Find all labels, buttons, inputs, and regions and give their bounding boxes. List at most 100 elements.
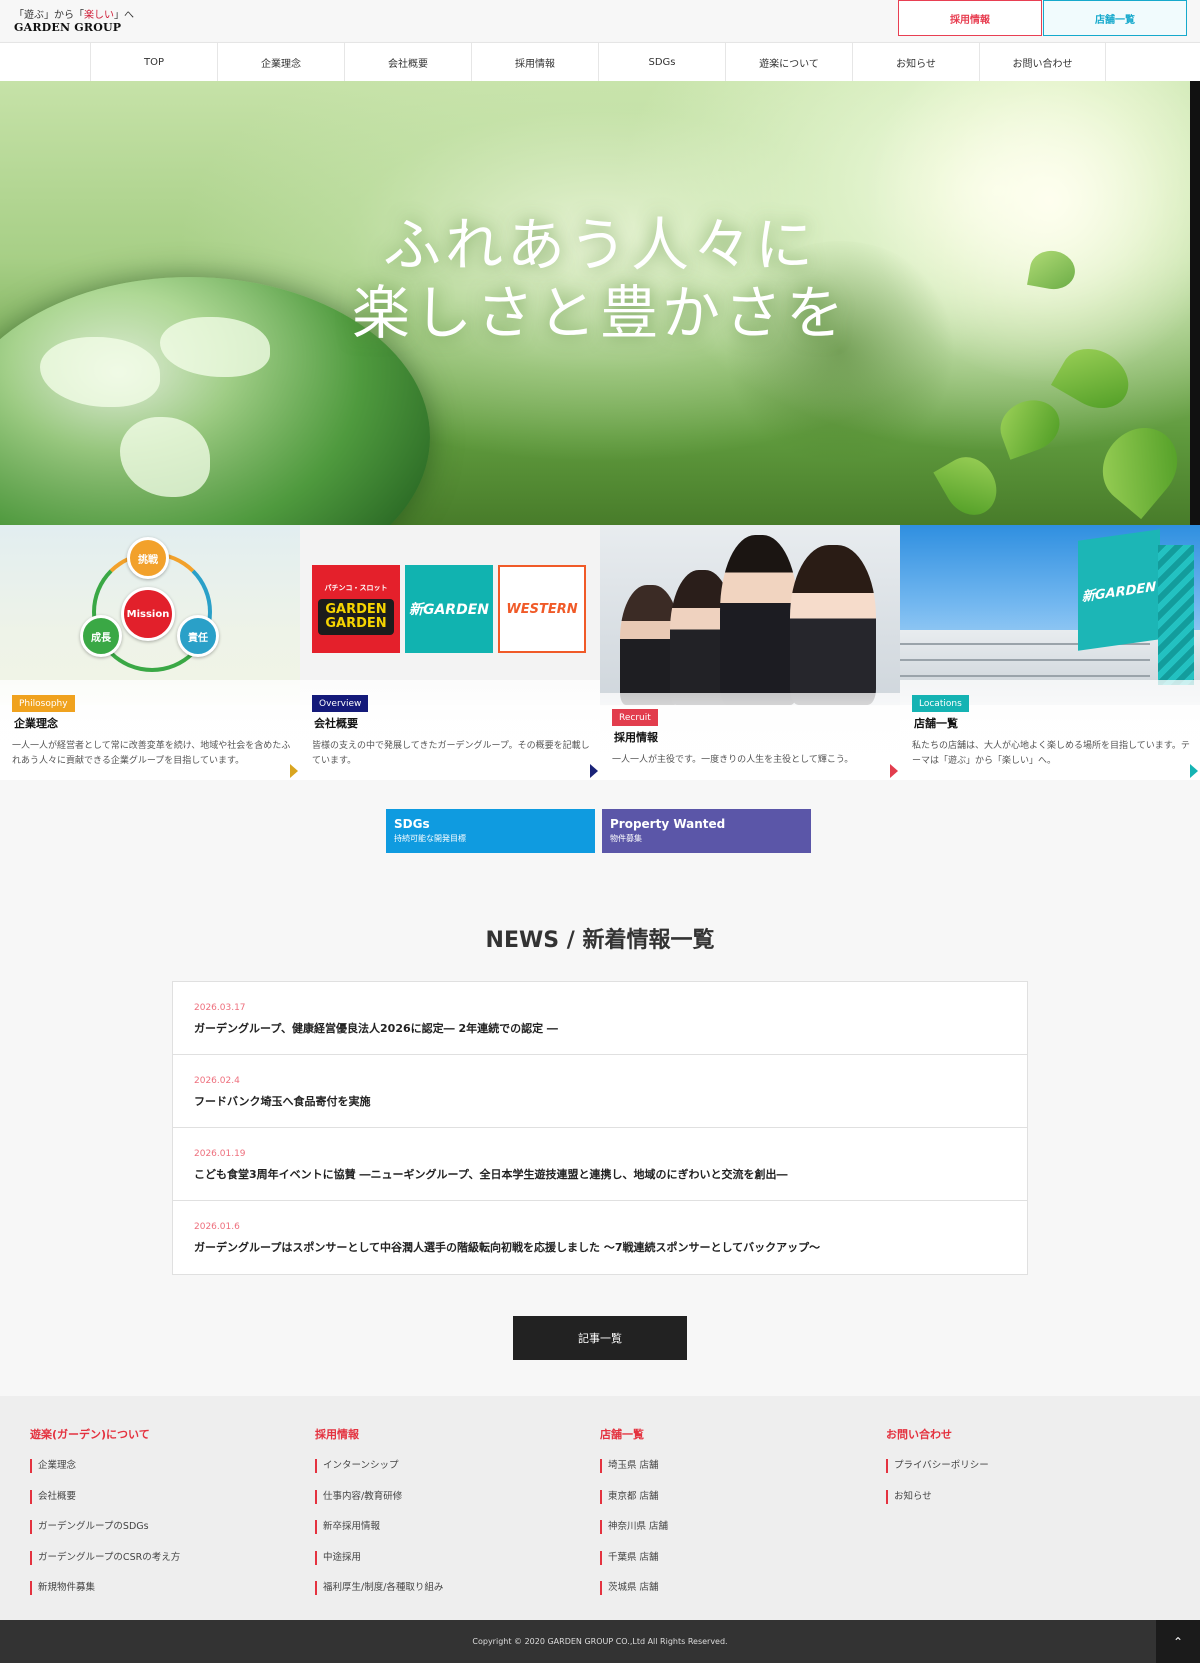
nav-item-company[interactable]: 会社概要: [344, 43, 471, 81]
news-heading: NEWS / 新着情報一覧: [485, 928, 715, 953]
nav-item-about[interactable]: 遊楽について: [725, 43, 852, 81]
nav-item-top[interactable]: TOP: [90, 43, 217, 81]
feature-cards: Mission 挑戦 責任 成長 Philosophy 企業理念 一人一人が経営…: [0, 525, 1200, 780]
leaf-graphic: [993, 392, 1067, 460]
sdgs-button-title: SDGs: [394, 817, 430, 831]
footer-link[interactable]: 千葉県 店舗: [600, 1550, 668, 1565]
news-item[interactable]: 2026.02.4 フードバンク埼玉へ食品寄付を実施: [173, 1055, 1027, 1128]
card-company-overview[interactable]: パチンコ・スロット GARDEN GARDEN 新GARDEN WESTERN …: [300, 525, 600, 780]
main-nav: TOP 企業理念 会社概要 採用情報 SDGs 遊楽について お知らせ お問い合…: [0, 42, 1200, 81]
footer-link[interactable]: プライバシーポリシー: [886, 1459, 989, 1473]
card-tag: Recruit: [612, 709, 658, 726]
header-recruit-button[interactable]: 採用情報: [898, 0, 1042, 36]
footer-link[interactable]: 茨城県 店舗: [600, 1581, 668, 1595]
footer-link[interactable]: 福利厚生/制度/各種取り組み: [315, 1581, 443, 1595]
responsibility-circle: 責任: [177, 615, 219, 657]
card-title: 採用情報: [614, 731, 658, 744]
card-philosophy-image: Mission 挑戦 責任 成長: [0, 525, 300, 705]
brand-logo-subtitle: パチンコ・スロット: [324, 584, 388, 592]
news-item[interactable]: 2026.01.19 こども食堂3周年イベントに協賛 ―ニューギングループ、全日…: [173, 1128, 1027, 1201]
card-overview-image: パチンコ・スロット GARDEN GARDEN 新GARDEN WESTERN: [300, 525, 600, 705]
growth-circle: 成長: [80, 615, 122, 657]
news-date: 2026.01.19: [194, 1149, 246, 1159]
news-item[interactable]: 2026.01.6 ガーデングループはスポンサーとして中谷潤人選手の階級転向初戦…: [173, 1201, 1027, 1274]
store-sign: 新GARDEN: [1078, 529, 1160, 651]
card-title: 会社概要: [314, 717, 358, 730]
person-figure: [720, 535, 798, 705]
header-store-list-button[interactable]: 店舗一覧: [1043, 0, 1187, 36]
hero-line-2: 楽しさと豊かさを: [351, 279, 848, 347]
card-tag: Philosophy: [12, 695, 75, 712]
nav-item-recruit[interactable]: 採用情報: [471, 43, 598, 81]
news-title: ガーデングループ、健康経営優良法人2026に認定― 2年連続での認定 ―: [194, 1022, 558, 1035]
chevron-up-icon[interactable]: ⌃: [1156, 1620, 1200, 1663]
brand-logo-wordmark: 新GARDEN: [408, 602, 489, 618]
card-recruit-image: [600, 525, 900, 705]
footer-heading[interactable]: 遊楽(ガーデン)について: [30, 1426, 180, 1442]
nav-item-contact[interactable]: お問い合わせ: [979, 43, 1106, 81]
challenge-circle: 挑戦: [127, 537, 169, 579]
news-item[interactable]: 2026.03.17 ガーデングループ、健康経営優良法人2026に認定― 2年連…: [173, 982, 1027, 1055]
brand-logo-western: WESTERN: [498, 565, 586, 653]
sdgs-button-subtitle: 持続可能な開発目標: [394, 834, 466, 843]
brand-logo-garden-garden: パチンコ・スロット GARDEN GARDEN: [312, 565, 400, 653]
footer-column-about: 遊楽(ガーデン)について 企業理念 会社概要 ガーデングループのSDGs ガーデ…: [30, 1426, 180, 1612]
footer-link[interactable]: 東京都 店舗: [600, 1489, 668, 1504]
hero-banner: ふれあう人々に 楽しさと豊かさを: [0, 81, 1200, 525]
card-description: 皆様の支えの中で発展してきたガーデングループ。その概要を記載しています。: [312, 741, 590, 766]
card-description: 一人一人が主役です。一度きりの人生を主役として輝こう。: [612, 755, 854, 765]
site-header: 「遊ぶ」から「楽しい」へ GARDEN GROUP 採用情報 店舗一覧: [0, 0, 1200, 42]
footer-column-contact: お問い合わせ プライバシーポリシー お知らせ: [886, 1426, 989, 1520]
card-locations-image: 新GARDEN: [900, 525, 1200, 705]
building-stripe: [900, 659, 1150, 661]
news-date: 2026.02.4: [194, 1076, 240, 1086]
property-wanted-button[interactable]: Property Wanted 物件募集: [602, 809, 811, 853]
footer-column-stores: 店舗一覧 埼玉県 店舗 東京都 店舗 神奈川県 店舗 千葉県 店舗 茨城県 店舗: [600, 1426, 668, 1612]
footer-heading[interactable]: 店舗一覧: [600, 1426, 668, 1442]
arrow-right-icon: [890, 764, 898, 778]
card-description: 一人一人が経営者として常に改善変革を続け、地域や社会を含めたふれあう人々に貢献で…: [12, 741, 291, 766]
footer-link[interactable]: 仕事内容/教育研修: [315, 1489, 443, 1504]
card-tag: Overview: [312, 695, 369, 712]
copyright: Copyright © 2020 GARDEN GROUP CO.,Ltd Al…: [0, 1620, 1200, 1663]
sdgs-button[interactable]: SDGs 持続可能な開発目標: [386, 809, 595, 853]
hero-catchphrase: ふれあう人々に 楽しさと豊かさを: [0, 211, 1200, 347]
logo-tagline: 「遊ぶ」から「楽しい」へ: [14, 10, 134, 21]
card-locations[interactable]: 新GARDEN Locations 店舗一覧 私たちの店舗は、大人が心地よく楽し…: [900, 525, 1200, 780]
leaf-graphic: [933, 447, 1007, 525]
globe-continent: [40, 337, 160, 407]
news-title: こども食堂3周年イベントに協賛 ―ニューギングループ、全日本学生遊技連盟と連携し…: [194, 1168, 788, 1181]
card-philosophy[interactable]: Mission 挑戦 責任 成長 Philosophy 企業理念 一人一人が経営…: [0, 525, 300, 780]
card-recruit[interactable]: Recruit 採用情報 一人一人が主役です。一度きりの人生を主役として輝こう。: [600, 525, 900, 780]
footer-link[interactable]: 埼玉県 店舗: [600, 1459, 668, 1473]
nav-item-news[interactable]: お知らせ: [852, 43, 979, 81]
footer-link[interactable]: インターンシップ: [315, 1459, 443, 1473]
person-figure: [790, 545, 876, 705]
store-tower: [1158, 545, 1194, 685]
news-title: ガーデングループはスポンサーとして中谷潤人選手の階級転向初戦を応援しました 〜7…: [194, 1241, 821, 1254]
footer-column-recruit: 採用情報 インターンシップ 仕事内容/教育研修 新卒採用情報 中途採用 福利厚生…: [315, 1426, 443, 1612]
property-button-title: Property Wanted: [610, 817, 726, 831]
footer-link[interactable]: ガーデングループのSDGs: [30, 1520, 180, 1534]
footer-link[interactable]: 新卒採用情報: [315, 1520, 443, 1534]
site-logo[interactable]: 「遊ぶ」から「楽しい」へ GARDEN GROUP: [14, 10, 134, 36]
footer-link[interactable]: 神奈川県 店舗: [600, 1520, 668, 1534]
footer-heading[interactable]: 採用情報: [315, 1426, 443, 1442]
nav-item-philosophy[interactable]: 企業理念: [217, 43, 344, 81]
footer-link[interactable]: 企業理念: [30, 1459, 180, 1473]
leaf-graphic: [1087, 412, 1193, 520]
brand-logo-wordmark: WESTERN: [506, 601, 578, 617]
footer-link[interactable]: 会社概要: [30, 1489, 180, 1504]
hero-right-edge: [1190, 81, 1200, 525]
footer-link[interactable]: 新規物件募集: [30, 1581, 180, 1595]
arrow-right-icon: [1190, 764, 1198, 778]
footer-link[interactable]: 中途採用: [315, 1550, 443, 1565]
footer-link[interactable]: ガーデングループのCSRの考え方: [30, 1550, 180, 1565]
nav-item-sdgs[interactable]: SDGs: [598, 43, 725, 81]
news-date: 2026.01.6: [194, 1222, 240, 1232]
mission-circle: Mission: [121, 587, 175, 641]
footer-heading[interactable]: お問い合わせ: [886, 1426, 989, 1442]
hero-line-1: ふれあう人々に: [382, 211, 817, 279]
all-articles-button[interactable]: 記事一覧: [513, 1316, 687, 1360]
footer-link[interactable]: お知らせ: [886, 1489, 989, 1504]
